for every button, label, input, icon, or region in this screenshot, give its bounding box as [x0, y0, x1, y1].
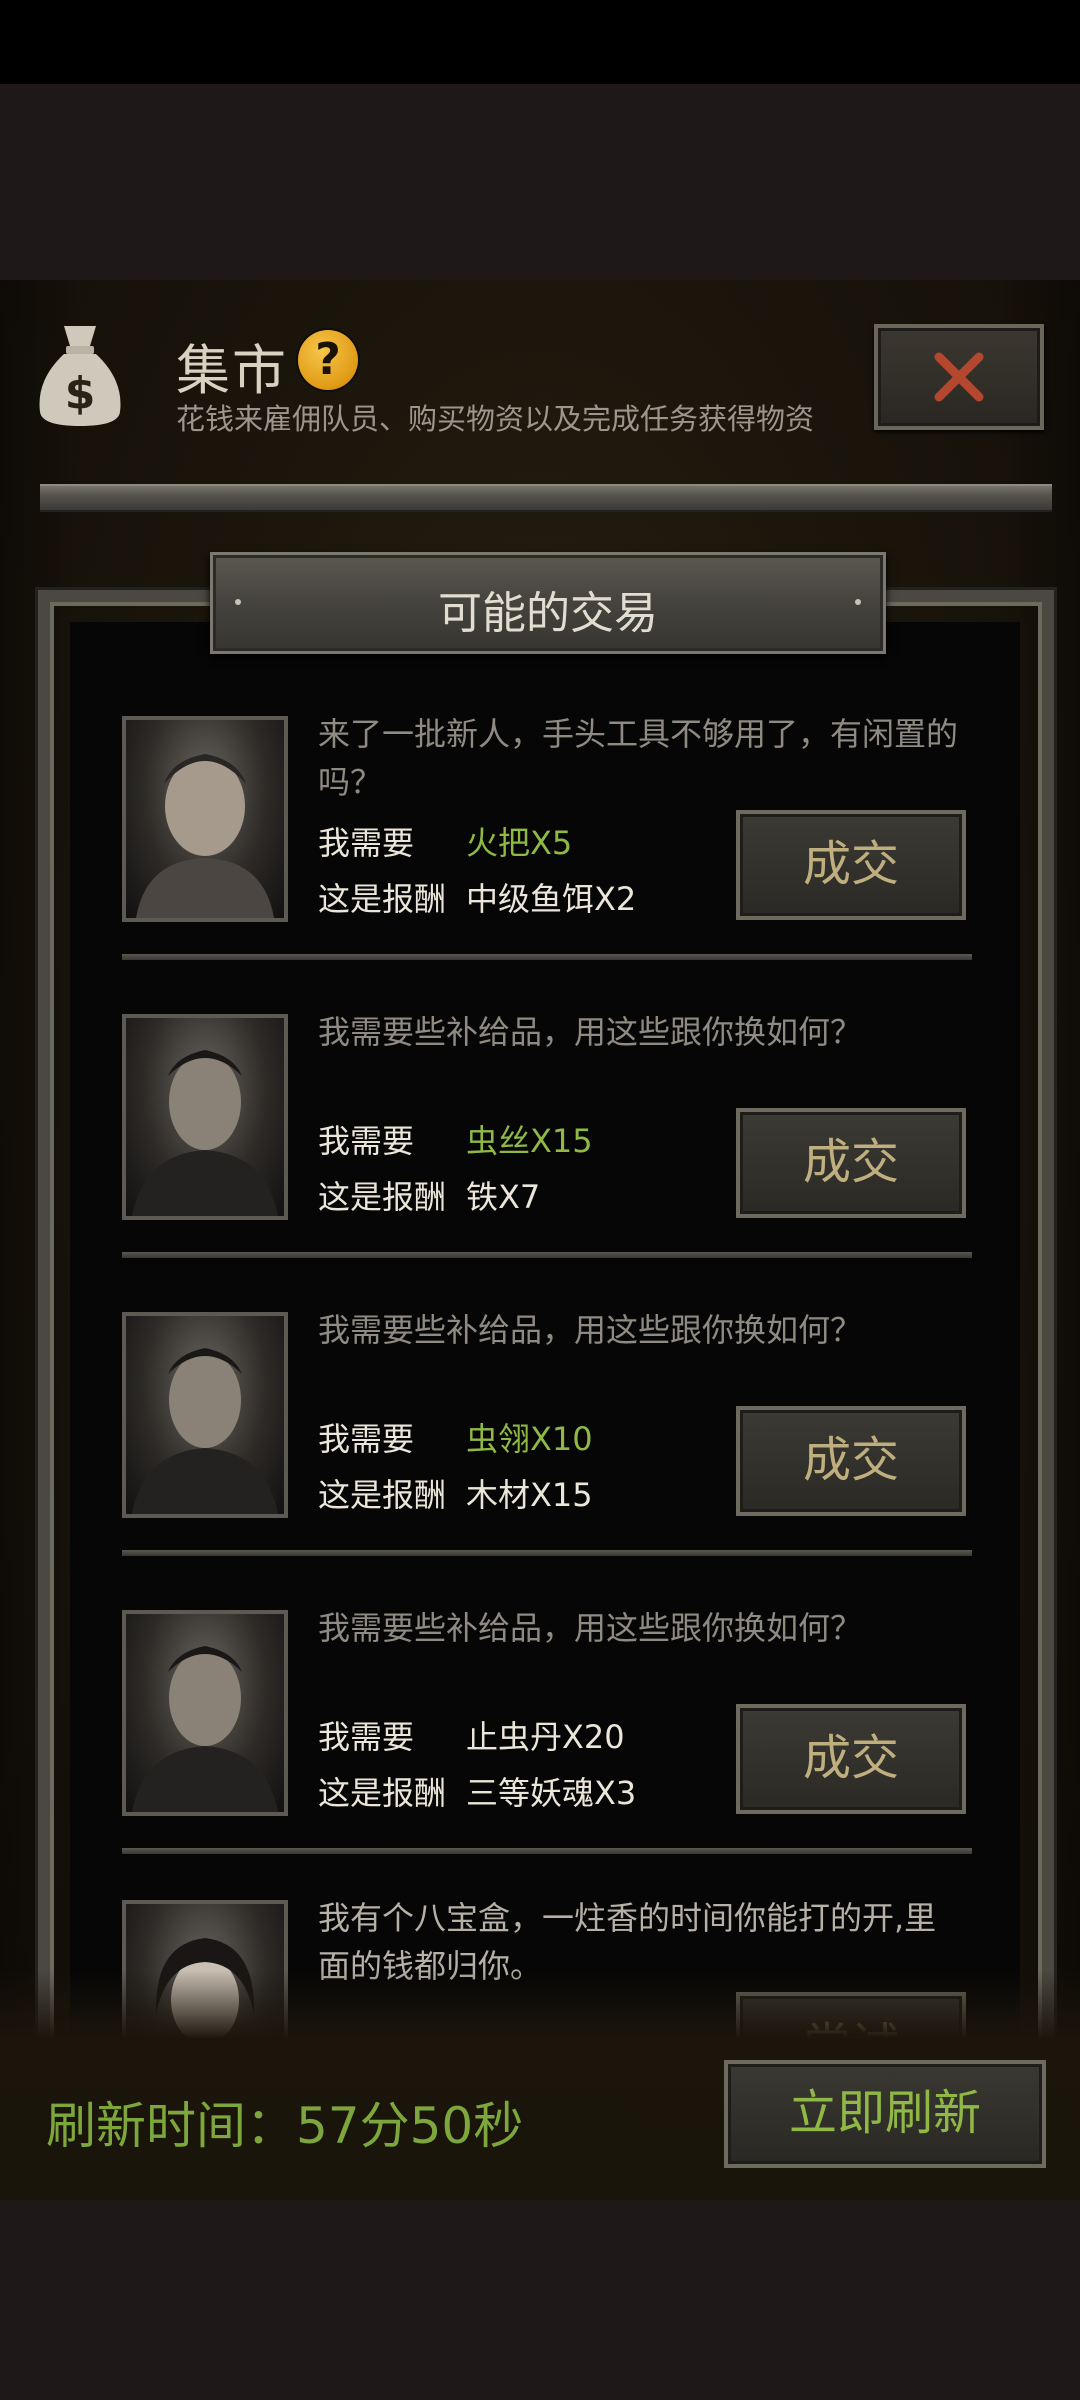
- npc-portrait: [122, 1014, 288, 1220]
- refresh-now-button[interactable]: 立即刷新: [724, 2060, 1046, 2168]
- reward-label: 这是报酬: [318, 1178, 447, 1216]
- row-divider: [122, 1550, 972, 1556]
- money-bag-icon: $: [39, 326, 121, 426]
- reward-value: 铁X7: [466, 1178, 541, 1216]
- reward-value: 三等妖魂X3: [466, 1774, 637, 1812]
- need-value: 虫翎X10: [466, 1420, 593, 1458]
- backdrop-bottom: [0, 2200, 1080, 2400]
- page-title: 集市: [176, 339, 288, 402]
- refresh-timer: 刷新时间：57分50秒: [46, 2097, 524, 2155]
- section-title: 可能的交易: [438, 588, 658, 639]
- reward-value: 中级鱼饵X2: [466, 880, 637, 918]
- deal-button[interactable]: 成交: [736, 1406, 966, 1516]
- trade-row: 我需要些补给品，用这些跟你换如何？ 我需要 止虫丹X20 这是报酬 三等妖魂X3…: [122, 1609, 972, 1908]
- backdrop-top: [0, 84, 1080, 280]
- reward-label: 这是报酬: [318, 1774, 447, 1812]
- reward-label: 这是报酬: [318, 880, 447, 918]
- npc-portrait: [122, 1610, 288, 1816]
- deal-button[interactable]: 成交: [736, 1108, 966, 1218]
- need-label: 我需要: [318, 824, 415, 862]
- trade-row: 我需要些补给品，用这些跟你换如何？ 我需要 虫丝X15 这是报酬 铁X7 成交: [122, 1013, 972, 1312]
- npc-portrait: [122, 1312, 288, 1518]
- need-value: 虫丝X15: [466, 1122, 593, 1160]
- reward-label: 这是报酬: [318, 1476, 447, 1514]
- need-value: 止虫丹X20: [466, 1718, 625, 1756]
- page-subtitle: 花钱来雇佣队员、购买物资以及完成任务获得物资: [176, 402, 815, 436]
- trade-dialog: 我需要些补给品，用这些跟你换如何？: [318, 1013, 863, 1051]
- need-value: 火把X5: [466, 824, 573, 862]
- trade-dialog: 来了一批新人，手头工具不够用了，有闲置的吗？: [318, 715, 959, 801]
- trade-dialog: 我需要些补给品，用这些跟你换如何？: [318, 1609, 863, 1647]
- row-divider: [122, 954, 972, 960]
- need-label: 我需要: [318, 1122, 415, 1160]
- portrait-image: [132, 1050, 278, 1216]
- row-divider: [122, 1848, 972, 1854]
- need-label: 我需要: [318, 1420, 415, 1458]
- trade-row: 我需要些补给品，用这些跟你换如何？ 我需要 虫翎X10 这是报酬 木材X15 成…: [122, 1311, 972, 1610]
- help-icon[interactable]: ?: [298, 330, 358, 390]
- npc-portrait: [122, 716, 288, 922]
- trade-dialog: 我需要些补给品，用这些跟你换如何？: [318, 1311, 863, 1349]
- portrait-image: [136, 754, 274, 918]
- status-bar: [0, 0, 1080, 84]
- header-divider: [40, 484, 1052, 512]
- close-x-icon: [934, 352, 984, 402]
- reward-value: 木材X15: [466, 1476, 593, 1514]
- portrait-image: [132, 1646, 278, 1812]
- section-header-plaque: 可能的交易: [210, 552, 886, 654]
- need-label: 我需要: [318, 1718, 415, 1756]
- deal-button[interactable]: 成交: [736, 1704, 966, 1814]
- portrait-image: [132, 1348, 278, 1514]
- svg-text:$: $: [65, 368, 96, 419]
- close-button[interactable]: [874, 324, 1044, 430]
- trade-row: 来了一批新人，手头工具不够用了，有闲置的吗？ 我需要 火把X5 这是报酬 中级鱼…: [122, 715, 972, 1014]
- row-divider: [122, 1252, 972, 1258]
- deal-button[interactable]: 成交: [736, 810, 966, 920]
